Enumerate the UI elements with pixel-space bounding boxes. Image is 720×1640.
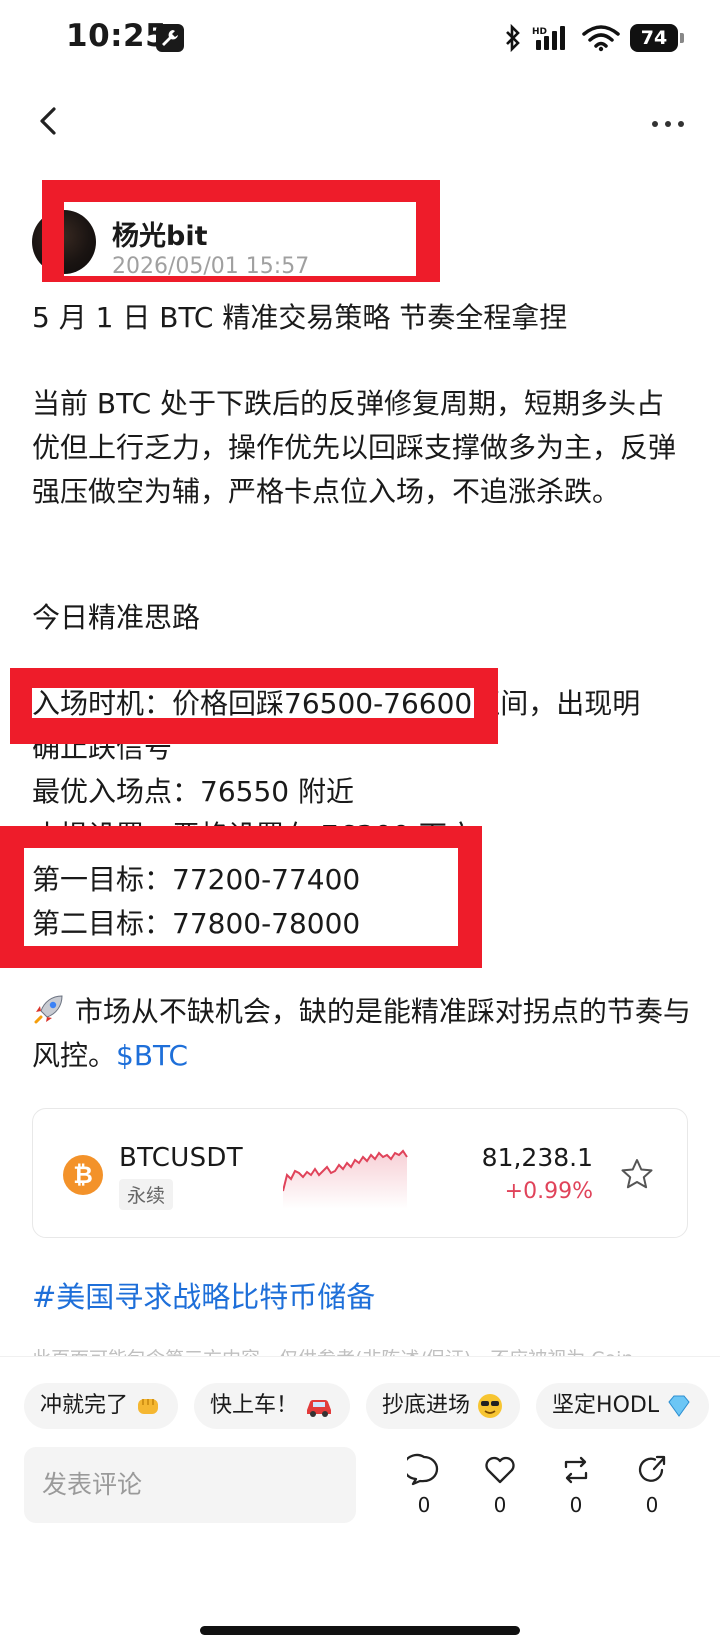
sparkline-chart: [283, 1149, 408, 1209]
share-count: 0: [645, 1493, 659, 1517]
post-closing: 市场从不缺机会，缺的是能精准踩对拐点的节奏与风控。$BTC: [32, 990, 692, 1078]
comment-count: 0: [417, 1493, 431, 1517]
highlight-box-entry: [10, 668, 498, 744]
wifi-icon: [582, 25, 620, 52]
ticker-symbol: BTCUSDT: [119, 1143, 243, 1173]
bottom-panel: 冲就完了 快上车！ 抄底进场 坚定HODL 发表评论 0 0 0 0: [0, 1356, 720, 1640]
ticker-change: +0.99%: [504, 1179, 593, 1204]
hashtag-link[interactable]: #美国寻求战略比特币储备: [32, 1274, 375, 1316]
comment-button[interactable]: 0: [386, 1453, 462, 1517]
comment-icon: [407, 1453, 439, 1486]
comment-input[interactable]: 发表评论: [24, 1447, 356, 1523]
post-title: 5 月 1 日 BTC 精准交易策略 节奏全程拿捏: [32, 301, 568, 334]
more-button[interactable]: [652, 108, 692, 140]
share-button[interactable]: 0: [614, 1453, 690, 1517]
quick-reply-chip[interactable]: 冲就完了: [24, 1383, 179, 1429]
bluetooth-icon: [506, 24, 520, 52]
post-actions: 0 0 0 0: [386, 1453, 690, 1517]
share-icon: [638, 1455, 666, 1482]
like-count: 0: [493, 1493, 507, 1517]
svg-text:HD: HD: [532, 27, 547, 37]
star-icon[interactable]: [619, 1157, 655, 1193]
ticker-price: 81,238.1: [481, 1143, 593, 1172]
car-icon: [307, 1400, 332, 1417]
gem-icon: [668, 1395, 690, 1417]
cashtag-link[interactable]: $BTC: [116, 1039, 188, 1072]
heart-icon: [485, 1456, 515, 1484]
sunglasses-face-icon: [478, 1394, 503, 1418]
home-indicator[interactable]: [200, 1626, 520, 1635]
highlight-box-targets: [0, 826, 482, 968]
quick-reply-chip[interactable]: 坚定HODL: [536, 1383, 710, 1429]
highlight-box-author: [42, 180, 440, 282]
repost-icon: [564, 1456, 588, 1484]
chevron-left-icon: [40, 107, 56, 135]
battery-icon: 74: [630, 24, 684, 52]
quick-reply-chips: 冲就完了 快上车！ 抄底进场 坚定HODL: [24, 1383, 710, 1429]
signal-icon: HD: [532, 26, 565, 50]
status-icons: HD 74: [504, 20, 684, 56]
rocket-icon: [34, 995, 63, 1024]
like-button[interactable]: 0: [462, 1453, 538, 1517]
ticker-type-badge: 永续: [119, 1179, 174, 1210]
wrench-icon: [156, 24, 184, 52]
fist-bump-icon: [138, 1399, 159, 1414]
repost-button[interactable]: 0: [538, 1453, 614, 1517]
quick-reply-chip[interactable]: 抄底进场: [366, 1383, 521, 1429]
section-heading: 今日精准思路: [32, 601, 201, 634]
status-time: 10:25: [66, 18, 168, 54]
post-intro: 当前 BTC 处于下跌后的反弹修复周期，短期多头占优但上行乏力，操作优先以回踩支…: [32, 387, 677, 508]
status-bar: 10:25 HD 74: [0, 0, 720, 80]
repost-count: 0: [569, 1493, 583, 1517]
back-button[interactable]: [30, 100, 70, 148]
ticker-card[interactable]: ₿ BTCUSDT 永续 81,238.1 +0.99%: [32, 1108, 688, 1238]
quick-reply-chip[interactable]: 快上车！: [194, 1383, 351, 1429]
bitcoin-icon: ₿: [63, 1155, 103, 1195]
more-horizontal-icon: [652, 121, 658, 127]
best-entry: 最优入场点：76550 附近: [32, 775, 354, 808]
